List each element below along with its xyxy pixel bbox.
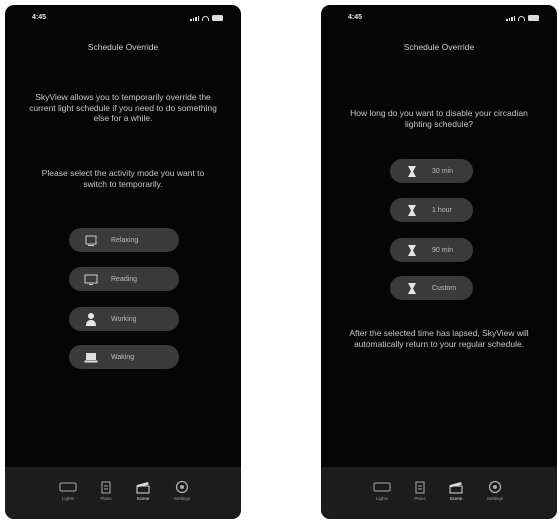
timer-icon (400, 282, 424, 295)
document-icon (89, 480, 123, 494)
tab-lights[interactable]: Lights (365, 480, 399, 501)
mode-label: Relaxing (111, 236, 139, 244)
lights-icon (51, 480, 85, 494)
tab-plans[interactable]: Plans (89, 480, 123, 501)
status-time: 4:45 (32, 14, 47, 21)
wifi-icon (518, 16, 525, 21)
timer-icon (400, 165, 424, 178)
duration-button-90min[interactable]: 90 min (390, 238, 473, 262)
wifi-icon (202, 16, 209, 21)
lights-icon (365, 480, 399, 494)
footer-text: After the selected time has lapsed, SkyV… (349, 328, 529, 349)
tab-settings[interactable]: Settings (165, 480, 199, 501)
tab-scene[interactable]: Scene (126, 480, 160, 501)
battery-icon (528, 15, 539, 21)
mode-label: Reading (111, 275, 138, 283)
intro-text: SkyView allows you to temporarily overri… (29, 92, 217, 123)
duration-label: 90 min (432, 246, 454, 254)
mode-button-working[interactable]: Working (69, 307, 179, 331)
duration-label: 1 hour (432, 206, 452, 214)
duration-button-30min[interactable]: 30 min (390, 159, 473, 183)
frame-icon (79, 235, 103, 246)
tab-plans[interactable]: Plans (403, 480, 437, 501)
duration-button-custom[interactable]: Custom (390, 276, 473, 300)
tab-bar: Lights Plans Scene Settings (321, 467, 557, 519)
status-bar: 4:45 (321, 11, 557, 25)
tab-scene[interactable]: Scene (439, 480, 473, 501)
page-title: Schedule Override (403, 42, 475, 52)
signal-icon (190, 16, 199, 21)
tab-bar: Lights Plans Scene Settings (5, 467, 241, 519)
phone-screen-activity-mode: 4:45 Schedule Override SkyView allows yo… (5, 5, 241, 519)
prompt-text: Please select the activity mode you want… (41, 168, 205, 189)
monitor-icon (79, 274, 103, 285)
mode-button-waking[interactable]: Waking (69, 345, 179, 369)
gear-icon (165, 480, 199, 494)
status-bar: 4:45 (5, 11, 241, 25)
phone-screen-duration: 4:45 Schedule Override How long do you w… (321, 5, 557, 519)
clapper-icon (439, 480, 473, 494)
mode-label: Waking (111, 353, 135, 361)
timer-icon (400, 244, 424, 257)
duration-label: Custom (432, 284, 457, 292)
mode-button-relaxing[interactable]: Relaxing (69, 228, 179, 252)
status-time: 4:45 (348, 14, 363, 21)
duration-label: 30 min (432, 167, 454, 175)
duration-button-1hour[interactable]: 1 hour (390, 198, 473, 222)
tab-lights[interactable]: Lights (51, 480, 85, 501)
clapper-icon (126, 480, 160, 494)
mode-button-reading[interactable]: Reading (69, 267, 179, 291)
gear-icon (478, 480, 512, 494)
document-icon (403, 480, 437, 494)
battery-icon (212, 15, 223, 21)
tab-settings[interactable]: Settings (478, 480, 512, 501)
mode-label: Working (111, 315, 137, 323)
question-text: How long do you want to disable your cir… (350, 108, 528, 129)
timer-icon (400, 204, 424, 217)
laptop-icon (79, 352, 103, 363)
page-title: Schedule Override (87, 42, 159, 52)
signal-icon (506, 16, 515, 21)
person-icon (79, 312, 103, 326)
